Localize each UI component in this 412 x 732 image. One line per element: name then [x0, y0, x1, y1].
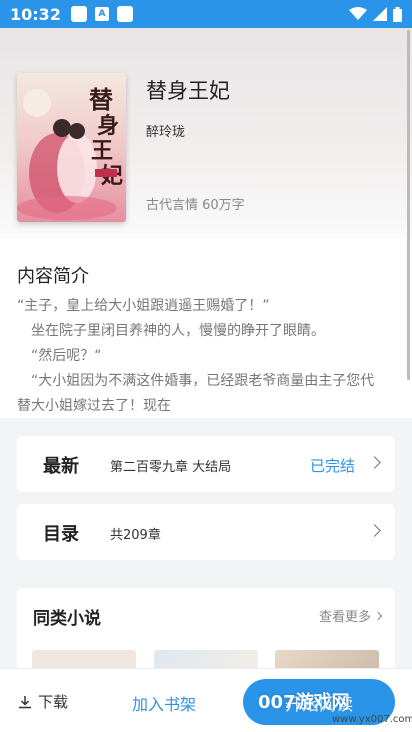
chevron-right-icon [368, 524, 381, 537]
see-more-label: 查看更多 [318, 610, 371, 625]
similar-title: 同类小说 [33, 609, 101, 629]
svg-text:替: 替 [89, 85, 113, 114]
book-cover[interactable]: 替 身 王 妃 [17, 73, 126, 222]
signal-icon [373, 7, 387, 21]
wifi-icon [349, 7, 367, 20]
chevron-right-icon [368, 456, 381, 469]
latest-chapter-row[interactable]: 最新 第二百零九章 大结局 已完结 [17, 436, 395, 492]
notification-a-icon: A [94, 7, 109, 21]
book-meta: 古代言情 60万字 [146, 198, 245, 213]
notification-square-icon [70, 6, 87, 22]
status-bar: 10:32 A [0, 0, 412, 28]
latest-chapter: 第二百零九章 大结局 [110, 460, 232, 475]
add-to-shelf-button[interactable]: 加入书架 [132, 691, 196, 715]
status-time: 10:32 [10, 4, 61, 24]
intro-line: “主子，皇上给大小姐跟逍遥王赐婚了！” [17, 298, 270, 314]
latest-label: 最新 [43, 456, 79, 477]
intro-line: 坐在院子里闭目养神的人，慢慢的睁开了眼睛。 [17, 323, 325, 339]
download-icon [19, 695, 31, 708]
intro-section[interactable]: 内容简介 “主子，皇上给大小姐跟逍遥王赐婚了！” 坐在院子里闭目养神的人，慢慢的… [0, 238, 412, 418]
intro-heading: 内容简介 [17, 266, 89, 287]
book-author[interactable]: 醉玲珑 [146, 121, 185, 140]
svg-text:王: 王 [91, 138, 113, 164]
download-button[interactable]: 下载 [18, 691, 68, 712]
intro-line: “然后呢？“ [17, 348, 102, 364]
book-title: 替身王妃 [146, 79, 230, 103]
intro-line: 替大小姐嫁过去了！现在 [17, 398, 171, 414]
svg-text:身: 身 [97, 113, 119, 139]
watermark-url: www.yx007.com [332, 714, 412, 725]
toc-label: 目录 [43, 524, 79, 545]
notification-square-icon [116, 6, 133, 22]
scrollbar[interactable] [407, 30, 410, 380]
see-more-link[interactable]: 查看更多 [318, 606, 383, 625]
book-header: 替 身 王 妃 替身王妃 醉玲珑 古代言情 60万字 [0, 28, 412, 238]
toc-row[interactable]: 目录 共209章 [17, 504, 395, 560]
watermark-text: 007游戏网 [258, 692, 350, 713]
intro-text: “主子，皇上给大小姐跟逍遥王赐婚了！” 坐在院子里闭目养神的人，慢慢的睁开了眼睛… [17, 294, 395, 418]
battery-icon [393, 6, 402, 22]
download-label: 下载 [38, 693, 69, 711]
completion-status: 已完结 [309, 457, 355, 475]
toc-count: 共209章 [110, 528, 161, 543]
chevron-right-icon [373, 611, 383, 621]
intro-line: “大小姐因为不满这件婚事，已经跟老爷商量由主子您代 [17, 373, 375, 389]
